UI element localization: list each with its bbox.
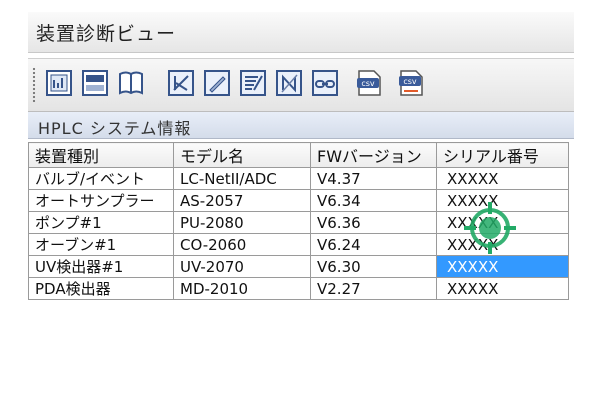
cell-model[interactable]: MD-2010 bbox=[173, 277, 311, 300]
table-header-row: 装置種別 モデル名 FWバージョン シリアル番号 bbox=[28, 142, 569, 168]
section-title: HPLC システム情報 bbox=[38, 119, 192, 138]
toolbar-grip[interactable] bbox=[32, 67, 36, 103]
section-header: HPLC システム情報 bbox=[28, 112, 574, 139]
column-header-fw-version[interactable]: FWバージョン bbox=[310, 142, 437, 168]
cell-model[interactable]: AS-2057 bbox=[173, 189, 311, 212]
column-header-device-type[interactable]: 装置種別 bbox=[28, 142, 174, 168]
edit-list-icon[interactable] bbox=[238, 68, 268, 98]
edit-k-icon[interactable] bbox=[166, 68, 196, 98]
window-title: 装置診断ビュー bbox=[36, 23, 177, 45]
cell-fw-version[interactable]: V6.34 bbox=[310, 189, 437, 212]
edit-pen-icon[interactable] bbox=[202, 68, 232, 98]
column-header-serial[interactable]: シリアル番号 bbox=[436, 142, 569, 168]
cell-device-type[interactable]: バルブ/イベント bbox=[28, 167, 174, 190]
column-header-model[interactable]: モデル名 bbox=[173, 142, 311, 168]
book-icon[interactable] bbox=[116, 68, 146, 98]
cell-device-type[interactable]: オートサンプラー bbox=[28, 189, 174, 212]
cell-fw-version[interactable]: V6.36 bbox=[310, 211, 437, 234]
svg-text:csv: csv bbox=[403, 77, 417, 86]
cell-device-type[interactable]: PDA検出器 bbox=[28, 277, 174, 300]
title-bar: 装置診断ビュー bbox=[28, 12, 574, 53]
cell-serial-selected[interactable]: XXXXX bbox=[436, 255, 569, 278]
cell-fw-version[interactable]: V6.30 bbox=[310, 255, 437, 278]
cell-device-type[interactable]: UV検出器#1 bbox=[28, 255, 174, 278]
svg-text:csv: csv bbox=[361, 79, 375, 88]
device-icon[interactable] bbox=[80, 68, 110, 98]
device-diagnostics-panel: 装置診断ビュー csv csv HPLC システム情報 装置種別 モデル名 FW… bbox=[28, 12, 574, 318]
cell-model[interactable]: LC-NetII/ADC bbox=[173, 167, 311, 190]
cell-model[interactable]: UV-2070 bbox=[173, 255, 311, 278]
cell-fw-version[interactable]: V4.37 bbox=[310, 167, 437, 190]
cell-device-type[interactable]: オーブン#1 bbox=[28, 233, 174, 256]
toolbar: csv csv bbox=[28, 58, 574, 112]
target-cursor-icon bbox=[462, 200, 518, 256]
cell-model[interactable]: PU-2080 bbox=[173, 211, 311, 234]
table-row[interactable]: バルブ/イベント LC-NetII/ADC V4.37 XXXXX bbox=[28, 167, 569, 190]
cell-fw-version[interactable]: V6.24 bbox=[310, 233, 437, 256]
edit-n-icon[interactable] bbox=[274, 68, 304, 98]
chart-icon[interactable] bbox=[44, 68, 74, 98]
table-row[interactable]: PDA検出器 MD-2010 V2.27 XXXXX bbox=[28, 277, 569, 300]
link-icon[interactable] bbox=[310, 68, 340, 98]
cell-fw-version[interactable]: V2.27 bbox=[310, 277, 437, 300]
cell-serial[interactable]: XXXXX bbox=[436, 277, 569, 300]
cell-model[interactable]: CO-2060 bbox=[173, 233, 311, 256]
csv-export-all-icon[interactable]: csv bbox=[396, 68, 426, 98]
table-row[interactable]: UV検出器#1 UV-2070 V6.30 XXXXX bbox=[28, 255, 569, 278]
cell-device-type[interactable]: ポンプ#1 bbox=[28, 211, 174, 234]
cell-serial[interactable]: XXXXX bbox=[436, 167, 569, 190]
csv-export-icon[interactable]: csv bbox=[354, 68, 384, 98]
